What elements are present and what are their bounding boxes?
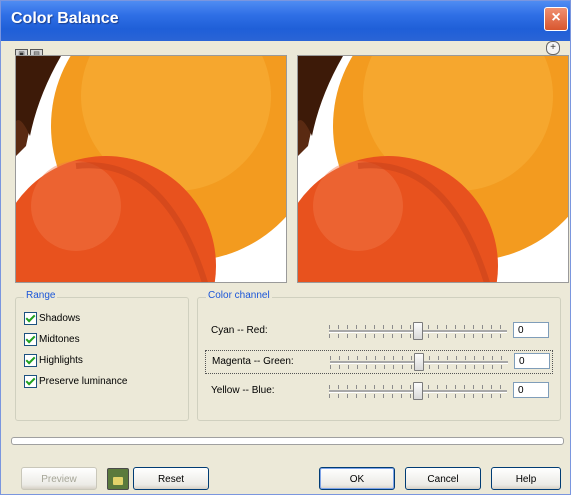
range-group: Range Shadows Midtones Highlights Preser… (15, 290, 189, 421)
cyan-red-row: Cyan -- Red: 0 (205, 320, 551, 342)
close-icon[interactable]: × (544, 7, 568, 31)
checkbox-mark[interactable] (24, 375, 37, 388)
original-image (16, 56, 286, 282)
highlights-checkbox[interactable]: Highlights (24, 354, 83, 370)
magenta-green-row: Magenta -- Green: 0 (205, 350, 553, 374)
color-balance-dialog: Color Balance × ▣▤ + (0, 0, 571, 495)
help-button[interactable]: Help (491, 467, 561, 490)
ok-button[interactable]: OK (319, 467, 395, 490)
lock-icon[interactable] (107, 468, 129, 490)
range-group-label: Range (24, 290, 58, 301)
magenta-green-slider-thumb[interactable] (414, 353, 424, 371)
yellow-blue-label: Yellow -- Blue: (211, 385, 275, 396)
window-title: Color Balance (11, 10, 119, 27)
yellow-blue-value-input[interactable]: 0 (513, 382, 549, 398)
checkbox-mark[interactable] (24, 312, 37, 325)
shadows-checkbox[interactable]: Shadows (24, 312, 80, 328)
cyan-red-value-input[interactable]: 0 (513, 322, 549, 338)
cyan-red-label: Cyan -- Red: (211, 325, 268, 336)
yellow-blue-row: Yellow -- Blue: 0 (205, 380, 551, 402)
reset-button[interactable]: Reset (133, 467, 209, 490)
checkbox-label: Highlights (39, 355, 83, 366)
color-channel-group-label: Color channel (206, 290, 272, 301)
magenta-green-label: Magenta -- Green: (212, 356, 294, 367)
color-channel-group: Color channel Cyan -- Red: 0 Magenta -- … (197, 290, 561, 421)
result-image (298, 56, 568, 282)
checkbox-label: Preserve luminance (39, 376, 128, 387)
checkbox-mark[interactable] (24, 354, 37, 367)
cancel-button[interactable]: Cancel (405, 467, 481, 490)
yellow-blue-slider-thumb[interactable] (413, 382, 423, 400)
preserve-luminance-checkbox[interactable]: Preserve luminance (24, 375, 127, 391)
magenta-green-value-input[interactable]: 0 (514, 353, 550, 369)
checkbox-label: Midtones (39, 334, 80, 345)
cyan-red-slider-thumb[interactable] (413, 322, 423, 340)
checkbox-label: Shadows (39, 313, 81, 324)
preview-button[interactable]: Preview (21, 467, 97, 490)
title-bar[interactable]: Color Balance × (1, 1, 570, 41)
result-preview (297, 55, 569, 283)
progress-bar (11, 437, 564, 445)
checkbox-mark[interactable] (24, 333, 37, 346)
midtones-checkbox[interactable]: Midtones (24, 333, 80, 349)
original-preview (15, 55, 287, 283)
expand-icon[interactable]: + (546, 41, 560, 55)
